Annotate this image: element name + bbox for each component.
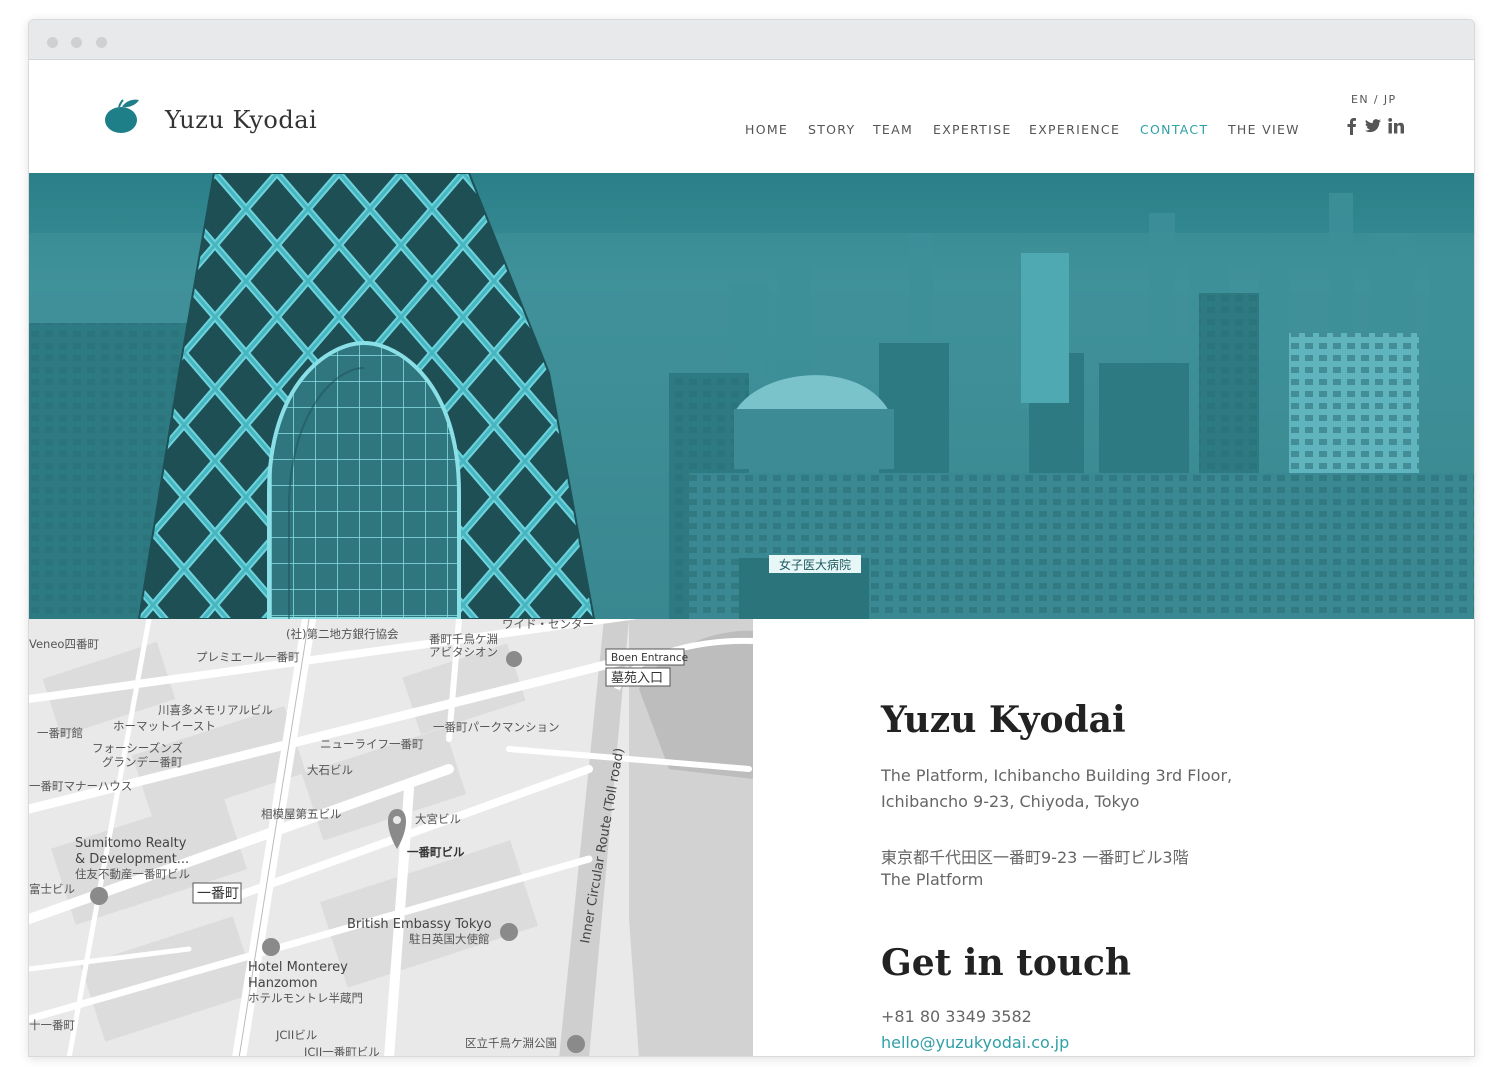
site-header: Yuzu Kyodai HOME STORY TEAM EXPERTISE EX… xyxy=(29,60,1474,173)
poi-icon[interactable] xyxy=(506,651,522,667)
nav-the-view[interactable]: THE VIEW xyxy=(1228,122,1300,137)
map-label: ホテルモントレ半蔵門 xyxy=(248,991,363,1005)
browser-window: Yuzu Kyodai HOME STORY TEAM EXPERTISE EX… xyxy=(28,19,1475,1057)
map-label: JCIIビル xyxy=(275,1028,317,1042)
map-label: 一番町ビル xyxy=(407,845,465,859)
hotel-icon[interactable] xyxy=(262,938,280,956)
window-maximize-dot[interactable] xyxy=(96,37,107,48)
nav-team[interactable]: TEAM xyxy=(873,122,913,137)
map-label: 一番町パークマンション xyxy=(433,720,560,734)
map-label: 一番町マナーハウス xyxy=(29,779,132,793)
map-label: 一番町館 xyxy=(37,726,83,740)
map-label: アビタシオン xyxy=(429,645,498,659)
nav-experience[interactable]: EXPERIENCE xyxy=(1029,122,1120,137)
window-minimize-dot[interactable] xyxy=(71,37,82,48)
window-close-dot[interactable] xyxy=(47,37,58,48)
svg-text:墓苑入口: 墓苑入口 xyxy=(611,671,663,686)
map-label: British Embassy Tokyo xyxy=(347,917,492,932)
map-label: 番町千鳥ケ淵 xyxy=(429,632,498,646)
poi-icon[interactable] xyxy=(500,923,518,941)
map-label: Hanzomon xyxy=(248,976,318,991)
hospital-sign-text: 女子医大病院 xyxy=(779,557,851,572)
address-en-line-1: The Platform, Ichibancho Building 3rd Fl… xyxy=(881,766,1233,785)
hero-image-tokyo-skyline: 女子医大病院 xyxy=(29,173,1474,619)
map-label: ワイド・センター xyxy=(502,619,594,631)
map-label: (社)第二地方銀行協会 xyxy=(286,627,399,641)
language-switcher[interactable]: EN / JP xyxy=(1351,93,1397,106)
nav-contact[interactable]: CONTACT xyxy=(1140,122,1208,137)
map-label: JCII一番町ビル xyxy=(303,1045,380,1057)
location-map[interactable]: (社)第二地方銀行協会 ワイド・センター Veneo四番町 番町千鳥ケ淵 アビタ… xyxy=(29,619,753,1057)
map-label: 川喜多メモリアルビル xyxy=(158,703,273,717)
ichibancho-station-label: 一番町 xyxy=(192,882,242,904)
map-label: 駐日英国大使館 xyxy=(409,932,490,946)
map-label: 住友不動産一番町ビル xyxy=(75,867,190,881)
linkedin-icon[interactable] xyxy=(1387,117,1405,135)
nav-home[interactable]: HOME xyxy=(745,122,788,137)
phone-number[interactable]: +81 80 3349 3582 xyxy=(881,1007,1032,1026)
address-jp-line-2: The Platform xyxy=(881,870,984,889)
map-label: ホーマットイースト xyxy=(113,719,216,733)
get-in-touch-heading: Get in touch xyxy=(881,942,1132,984)
brand-name[interactable]: Yuzu Kyodai xyxy=(165,106,317,134)
map-label: 大宮ビル xyxy=(415,812,461,826)
map-label: & Development... xyxy=(75,852,189,867)
contact-section: Yuzu Kyodai The Platform, Ichibancho Bui… xyxy=(753,619,1474,1056)
nav-expertise[interactable]: EXPERTISE xyxy=(933,122,1012,137)
map-label: 富士ビル xyxy=(29,882,75,896)
address-en-line-2: Ichibancho 9-23, Chiyoda, Tokyo xyxy=(881,792,1140,811)
map-label: Hotel Monterey xyxy=(248,960,348,975)
poi-icon[interactable] xyxy=(90,887,108,905)
map-label: ニューライフ一番町 xyxy=(320,737,424,751)
facebook-icon[interactable] xyxy=(1343,117,1361,135)
nav-story[interactable]: STORY xyxy=(808,122,855,137)
map-label: プレミエール一番町 xyxy=(196,650,300,664)
map-label: 大石ビル xyxy=(307,763,353,777)
map-label: フォーシーズンズ xyxy=(92,741,183,755)
map-label: 区立千鳥ケ淵公園 xyxy=(465,1036,557,1050)
twitter-icon[interactable] xyxy=(1364,117,1382,135)
map-label: Sumitomo Realty xyxy=(75,836,187,851)
map-label: グランデー番町 xyxy=(102,755,183,769)
map-label: Veneo四番町 xyxy=(29,637,99,651)
contact-title: Yuzu Kyodai xyxy=(881,699,1126,741)
svg-text:Boen Entrance: Boen Entrance xyxy=(611,652,688,664)
map-label: 相模屋第五ビル xyxy=(261,807,342,821)
map-label: 十一番町 xyxy=(29,1018,75,1032)
address-jp-line-1: 東京都千代田区一番町9-23 一番町ビル3階 xyxy=(881,848,1189,867)
browser-title-bar xyxy=(29,20,1474,60)
park-icon[interactable] xyxy=(567,1035,585,1053)
yuzu-logo-icon[interactable] xyxy=(104,98,140,134)
svg-text:一番町: 一番町 xyxy=(197,886,239,902)
email-link[interactable]: hello@yuzukyodai.co.jp xyxy=(881,1033,1069,1052)
